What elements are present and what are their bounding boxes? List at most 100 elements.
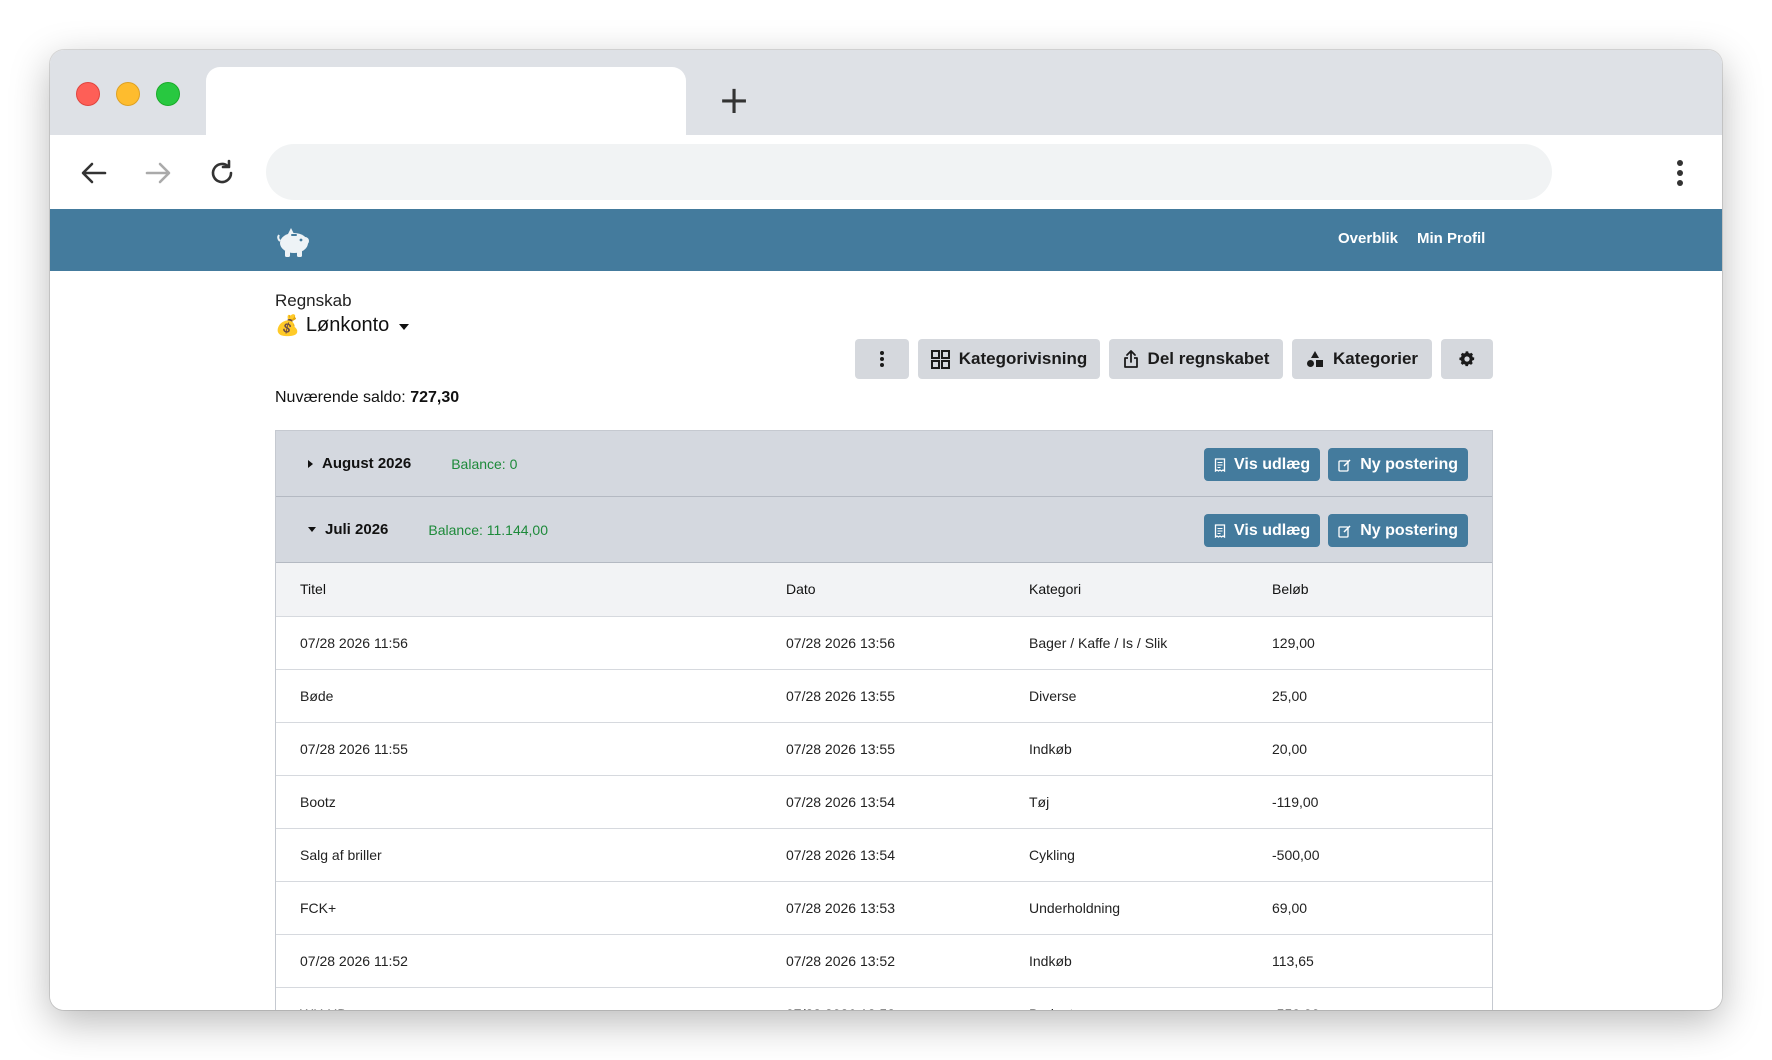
cell-titel: 07/28 2026 11:55 [276, 722, 762, 776]
table-row[interactable]: 07/28 2026 11:52 07/28 2026 13:52 Indkøb 11… [276, 934, 1492, 988]
month-balance: Balance: 11.144,00 [428, 521, 549, 538]
edit-icon [1338, 524, 1351, 538]
shapes-icon [1306, 351, 1323, 367]
cell-kategori: Indkøb [1005, 934, 1248, 988]
category-view-button[interactable]: Kategorivisning [918, 339, 1100, 379]
kebab-menu-icon [1677, 160, 1683, 186]
table-row[interactable]: 07/28 2026 11:56 07/28 2026 13:56 Bager / … [276, 616, 1492, 670]
new-tab-button[interactable]: + [714, 81, 754, 122]
table-row[interactable]: FCK+ 07/28 2026 13:53 Underholdning 69,00 [276, 881, 1492, 935]
receipt-icon [1214, 523, 1226, 538]
share-account-label: Del regnskabet [1147, 349, 1270, 368]
receipt-icon [1214, 457, 1226, 472]
new-posting-label: Ny postering [1360, 455, 1458, 473]
show-expenses-button[interactable]: Vis udlæg [1204, 514, 1321, 547]
cell-beloeb: 20,00 [1248, 722, 1492, 776]
browser-window: + Overblik Min Profil Regnskab 💰 Lønkont… [50, 50, 1722, 1010]
column-header-dato[interactable]: Dato [762, 563, 1005, 617]
table-row[interactable]: Bootz 07/28 2026 13:54 Tøj -119,00 [276, 775, 1492, 829]
cell-dato: 07/28 2026 13:53 [762, 881, 1005, 935]
table-row[interactable]: WH HD07/28 2026 13:52Budget-550,00 [276, 987, 1492, 1010]
browser-tab-active[interactable] [206, 67, 686, 135]
arrow-left-icon [81, 162, 107, 184]
table-row[interactable]: 07/28 2026 11:55 07/28 2026 13:55 Indkøb 20… [276, 722, 1492, 776]
share-icon [1123, 350, 1138, 368]
cell-kategori: Indkøb [1005, 722, 1248, 776]
cell-beloeb: -550,00 [1248, 987, 1492, 1010]
category-view-label: Kategorivisning [958, 349, 1088, 368]
minimize-window-button[interactable] [116, 82, 140, 106]
cell-beloeb: 113,65 [1248, 934, 1492, 988]
show-expenses-label: Vis udlæg [1234, 521, 1311, 539]
settings-button[interactable] [1441, 339, 1493, 379]
cell-dato: 07/28 2026 13:52 [762, 934, 1005, 988]
edit-icon [1338, 458, 1351, 472]
address-bar[interactable] [266, 144, 1552, 200]
cell-kategori: Tøj [1005, 775, 1248, 829]
maximize-window-button[interactable] [156, 82, 180, 106]
forward-button[interactable] [138, 153, 178, 193]
cell-dato: 07/28 2026 13:54 [762, 775, 1005, 829]
categories-label: Kategorier [1332, 349, 1419, 368]
caret-down-icon [399, 323, 410, 330]
cell-titel: 07/28 2026 11:56 [276, 616, 762, 670]
table-row[interactable]: Bøde 07/28 2026 13:55 Diverse 25,00 [276, 669, 1492, 723]
cell-beloeb: 25,00 [1248, 669, 1492, 723]
section-kicker: Regnskab [275, 291, 352, 310]
new-posting-button[interactable]: Ny postering [1328, 448, 1468, 481]
grid-icon [930, 349, 950, 369]
table-row[interactable]: Salg af briller 07/28 2026 13:54 Cykling -5… [276, 828, 1492, 882]
cell-titel: Bootz [276, 775, 762, 829]
share-account-button[interactable]: Del regnskabet [1109, 339, 1283, 379]
cell-beloeb: -119,00 [1248, 775, 1492, 829]
cell-kategori: Cykling [1005, 828, 1248, 882]
more-options-button[interactable] [855, 339, 909, 379]
month-header-juli[interactable]: Juli 2026 Balance: 11.144,00 Vis udlæg N… [276, 497, 1492, 563]
categories-button[interactable]: Kategorier [1292, 339, 1432, 379]
month-label: Juli 2026 [325, 521, 389, 538]
postings-panel: August 2026 Balance: 0 Vis udlæg Ny post… [275, 430, 1493, 1010]
new-posting-button[interactable]: Ny postering [1328, 514, 1468, 547]
current-balance-value: 727,30 [410, 389, 460, 406]
browser-tab-bar: + [50, 50, 1722, 135]
cell-titel: FCK+ [276, 881, 762, 935]
column-header-beloeb[interactable]: Beløb [1248, 563, 1492, 617]
close-window-button[interactable] [76, 82, 100, 106]
cell-kategori: Bager / Kaffe / Is / Slik [1005, 616, 1248, 670]
month-header-august[interactable]: August 2026 Balance: 0 Vis udlæg Ny post… [276, 431, 1492, 497]
account-name: Lønkonto [305, 314, 390, 336]
cell-dato: 07/28 2026 13:55 [762, 669, 1005, 723]
month-label: August 2026 [322, 455, 412, 472]
browser-menu-button[interactable] [1660, 153, 1700, 193]
money-bag-icon: 💰 [275, 315, 300, 337]
month-balance: Balance: 0 [451, 455, 518, 472]
table-header-row: Titel Dato Kategori Beløb [276, 563, 1492, 617]
app-navbar: Overblik Min Profil [50, 209, 1722, 271]
arrow-right-icon [145, 162, 171, 184]
cell-dato: 07/28 2026 13:52 [762, 987, 1005, 1010]
vertical-dots-icon [880, 351, 884, 367]
cell-titel: 07/28 2026 11:52 [276, 934, 762, 988]
cell-beloeb: 69,00 [1248, 881, 1492, 935]
cell-dato: 07/28 2026 13:54 [762, 828, 1005, 882]
cell-titel: Salg af briller [276, 828, 762, 882]
piggy-bank-logo-icon[interactable] [274, 221, 314, 261]
show-expenses-button[interactable]: Vis udlæg [1204, 448, 1321, 481]
nav-link-overblik[interactable]: Overblik [1338, 230, 1398, 247]
reload-button[interactable] [202, 153, 242, 193]
account-selector[interactable]: 💰 Lønkonto [275, 313, 410, 338]
caret-down-icon[interactable] [308, 527, 316, 532]
caret-right-icon[interactable] [308, 459, 313, 468]
reload-icon [211, 159, 233, 184]
cell-beloeb: 129,00 [1248, 616, 1492, 670]
browser-toolbar [50, 135, 1722, 209]
column-header-kategori[interactable]: Kategori [1005, 563, 1248, 617]
nav-link-min-profil[interactable]: Min Profil [1417, 230, 1485, 247]
gear-icon [1459, 351, 1475, 367]
back-button[interactable] [74, 153, 114, 193]
cell-beloeb: -500,00 [1248, 828, 1492, 882]
cell-kategori: Underholdning [1005, 881, 1248, 935]
new-posting-label: Ny postering [1360, 521, 1458, 539]
cell-dato: 07/28 2026 13:55 [762, 722, 1005, 776]
column-header-titel[interactable]: Titel [276, 563, 762, 617]
